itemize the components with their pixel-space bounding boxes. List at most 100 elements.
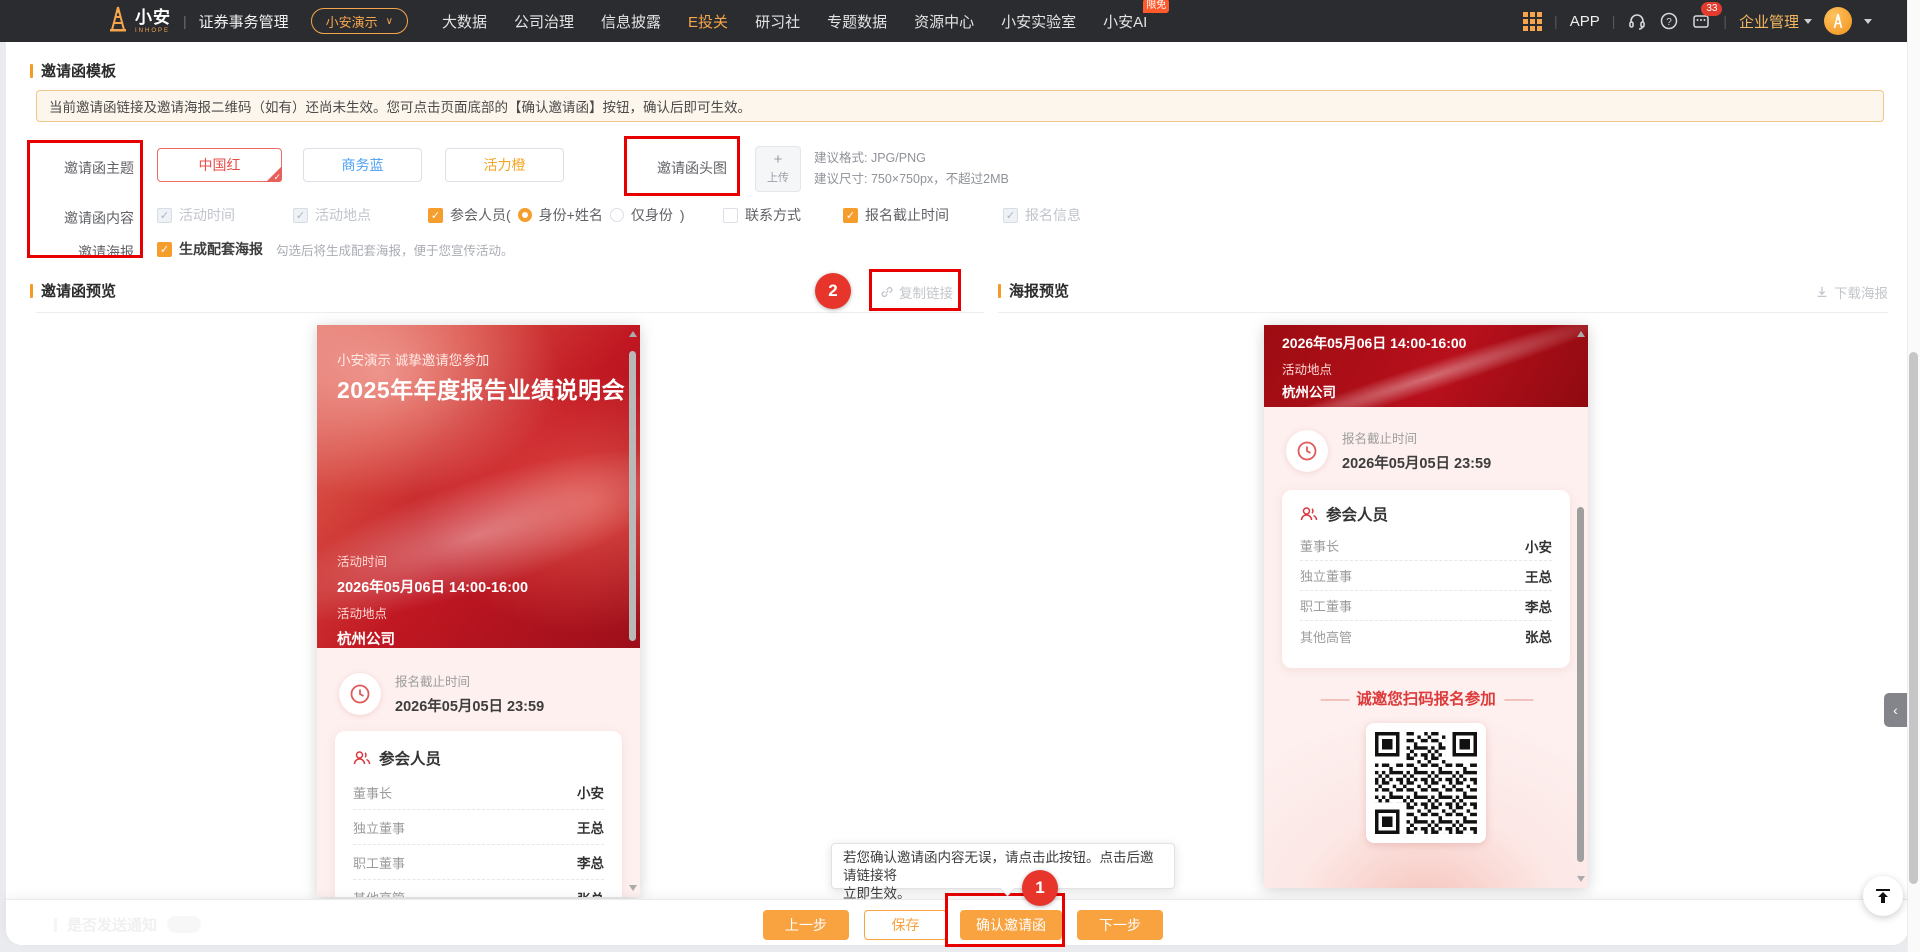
confirm-invitation-button[interactable]: 确认邀请函 [960,910,1062,940]
people-icon [1300,507,1318,521]
invitation-preview-title: 邀请函预览 [30,280,116,301]
scrollbar-thumb[interactable] [629,351,636,641]
theme-option-label: 中国红 [198,157,241,173]
deadline-value: 2026年05月05日 23:59 [1342,456,1492,472]
menu-item-lab[interactable]: 小安实验室 [1001,11,1076,32]
invitation-hero-image: 小安演示 诚挚邀请您参加 2025年年度报告业绩说明会 活动时间 2026年05… [317,325,640,648]
scrollbar-thumb[interactable] [1577,507,1584,862]
menu-item-disclosure[interactable]: 信息披露 [601,11,661,32]
menu-item-e-ir[interactable]: E投关 [688,11,728,32]
help-icon[interactable]: ? [1659,11,1679,31]
divider [998,312,1888,313]
header-image-upload[interactable]: + 上传 [755,146,801,192]
brand-logo[interactable]: 小安 INHOPE [108,6,171,37]
checkbox-deadline[interactable]: ✓ 报名截止时间 [843,205,949,225]
theme-option-label: 商务蓝 [341,157,384,173]
checkbox-icon[interactable] [723,207,738,223]
back-to-top-button[interactable] [1863,876,1903,916]
notification-count-badge: 33 [1701,2,1723,16]
participants-title: 参会人员 [1326,507,1389,524]
event-place: 活动地点 杭州公司 [337,607,395,648]
headset-icon[interactable] [1627,11,1647,31]
menu-item-ai-label: 小安AI [1103,13,1148,31]
menu-item-bigdata[interactable]: 大数据 [442,11,487,32]
copy-link-button[interactable]: 复制链接 [880,282,953,302]
menu-item-resource-center[interactable]: 资源中心 [914,11,974,32]
radio-identity-only[interactable] [609,208,624,222]
theme-option-business-blue[interactable]: 商务蓝 [303,148,422,182]
checkbox-label: 报名截止时间 [865,207,949,223]
message-icon[interactable]: 33 [1691,2,1723,31]
avatar[interactable] [1824,7,1852,35]
theme-label: 邀请函主题 [64,160,134,176]
menu-item-topic-data[interactable]: 专题数据 [827,11,887,32]
page: 小安 INHOPE | 证券事务管理 小安演示 ∨ 大数据 公司治理 信息披露 … [0,0,1920,952]
alert-text: 当前邀请函链接及邀请海报二维码（如有）还尚未生效。您可点击页面底部的【确认邀请函… [49,100,751,115]
menu-item-governance[interactable]: 公司治理 [514,11,574,32]
checkbox-icon[interactable]: ✓ [428,207,443,223]
poster-label: 邀请海报 [78,244,134,260]
accent-bar [54,917,57,932]
invitation-preview-card[interactable]: 小安演示 诚挚邀请您参加 2025年年度报告业绩说明会 活动时间 2026年05… [317,325,640,897]
accent-bar [30,283,33,298]
org-manage-label: 企业管理 [1738,13,1799,31]
qr-code [1366,723,1486,843]
poster-card-scrollbar[interactable] [1575,329,1587,884]
header-image-label: 邀请函头图 [657,160,727,176]
radio-identity-name[interactable] [517,208,532,222]
scroll-down-arrow[interactable] [1577,876,1585,882]
checkbox-contact[interactable]: 联系方式 [723,205,801,225]
event-title: 2025年年度报告业绩说明会 [337,377,626,403]
save-button[interactable]: 保存 [864,910,947,940]
product-name: 证券事务管理 [198,13,289,31]
menu-item-ai[interactable]: 小安AI 限免 [1103,0,1170,32]
environment-select-label: 小安演示 [325,14,378,30]
participant-row: 董事长 小安 [1300,531,1552,561]
poster-time-value: 2026年05月06日 14:00-16:00 [1282,335,1467,351]
checkbox-icon[interactable]: ✓ [843,207,858,223]
checkbox-label: 活动时间 [179,207,235,223]
app-link[interactable]: APP [1570,13,1600,30]
free-trial-badge: 限免 [1143,0,1170,13]
participant-row: 独立董事 王总 [353,810,604,845]
invitation-card-scrollbar[interactable] [627,329,639,893]
accent-bar [998,283,1001,298]
download-poster-label: 下载海报 [1834,286,1888,301]
checkbox-generate-poster[interactable]: ✓ 生成配套海报 勾选后将生成配套海报，便于您宣传活动。 [157,239,514,259]
tooltip-line1: 若您确认邀请函内容无误，请点击此按钮。点击后邀请链接将 [843,850,1154,883]
app-grid-icon[interactable] [1523,11,1543,31]
footer-bar: 是否发送通知 上一步 保存 确认邀请函 下一步 [6,899,1908,945]
content-label: 邀请函内容 [64,210,134,226]
poster-preview-card[interactable]: 2026年05月06日 14:00-16:00 活动地点 杭州公司 报名截止时间… [1264,325,1588,888]
chevron-down-icon[interactable] [1864,18,1872,24]
upload-size-hint: 建议尺寸: 750×750px，不超过2MB [814,172,1009,186]
download-poster-button[interactable]: 下载海报 [1815,282,1888,302]
org-manage-menu[interactable]: 企业管理 [1739,11,1812,32]
svg-text:?: ? [1667,17,1673,28]
checkbox-icon[interactable]: ✓ [157,241,172,257]
accent-bar [30,63,33,78]
faded-next-section: 是否发送通知 [54,914,202,935]
scroll-up-arrow[interactable] [629,331,637,337]
scroll-up-arrow[interactable] [1577,331,1585,337]
participants-card: 参会人员 董事长小安 独立董事王总 职工董事李总 其他高管张总 [1282,490,1570,668]
checkbox-participants[interactable]: ✓ 参会人员( 身份+姓名 仅身份 ) [428,205,685,225]
theme-option-china-red[interactable]: 中国红 [157,148,282,183]
environment-select[interactable]: 小安演示 ∨ [310,8,408,34]
collapse-panel-tab[interactable]: ‹ [1884,693,1907,727]
chevron-down-icon [1804,18,1812,24]
top-navbar: 小安 INHOPE | 证券事务管理 小安演示 ∨ 大数据 公司治理 信息披露 … [0,0,1920,42]
deadline-value: 2026年05月05日 23:59 [395,699,545,715]
theme-option-vitality-orange[interactable]: 活力橙 [445,148,564,182]
annotation-step-2: 2 [815,273,851,309]
prev-step-button[interactable]: 上一步 [763,910,849,940]
scroll-down-arrow[interactable] [629,885,637,891]
menu-item-study[interactable]: 研习社 [755,11,800,32]
next-step-button[interactable]: 下一步 [1077,910,1163,940]
poster-preview-title-text: 海报预览 [1009,283,1070,300]
participant-row: 其他高管张总 [1300,629,1552,646]
page-scrollbar-thumb[interactable] [1909,352,1918,884]
confirm-tooltip: 若您确认邀请函内容无误，请点击此按钮。点击后邀请链接将 立即生效。 [831,843,1175,901]
radio-label: 仅身份 [630,207,673,223]
checkbox-event-time: ✓ 活动时间 [157,205,235,225]
